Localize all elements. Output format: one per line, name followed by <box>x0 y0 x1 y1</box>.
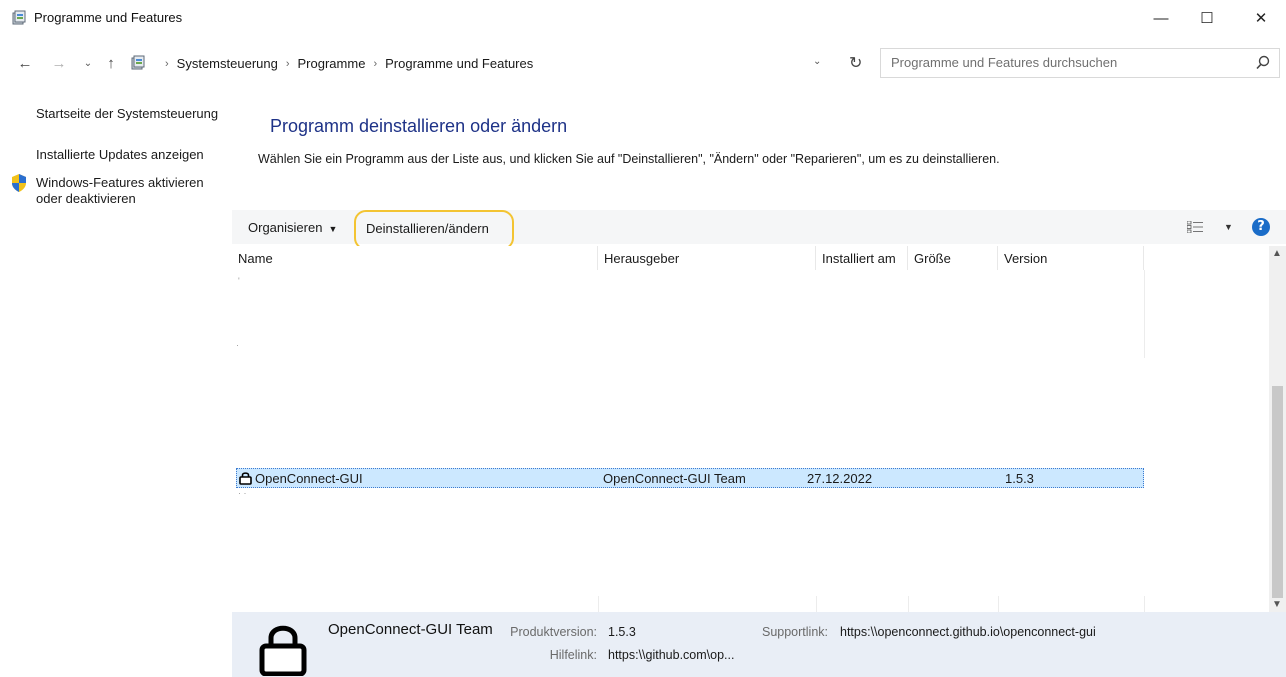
list-item-fragment: · · <box>238 488 247 498</box>
sidebar-item-windows-features[interactable]: Windows-Features aktivieren oder deaktiv… <box>36 175 216 207</box>
column-divider <box>816 596 817 612</box>
breadcrumb-programme-und-features[interactable]: Programme und Features <box>385 56 533 71</box>
page-title: Programm deinstallieren oder ändern <box>270 116 568 136</box>
column-header-version[interactable]: Version <box>998 246 1144 270</box>
table-row-selected[interactable]: OpenConnect-GUI OpenConnect-GUI Team 27.… <box>236 468 1144 488</box>
maximize-button[interactable]: ☐ <box>1184 0 1230 36</box>
column-divider <box>598 596 599 612</box>
recent-locations-chevron-icon[interactable]: ⌄ <box>80 52 96 74</box>
close-button[interactable]: ✕ <box>1238 0 1284 36</box>
page-instruction: Wählen Sie ein Programm aus der Liste au… <box>258 152 1000 166</box>
column-divider <box>908 596 909 612</box>
scroll-down-icon[interactable]: ▼ <box>1272 599 1282 610</box>
address-dropdown-chevron-icon[interactable]: ⌄ <box>813 56 821 67</box>
details-program-name: OpenConnect-GUI Team <box>328 621 493 638</box>
up-arrow-icon[interactable]: ↑ <box>100 52 122 74</box>
scroll-up-icon[interactable]: ▲ <box>1272 248 1282 259</box>
row-installed-date: 27.12.2022 <box>807 471 873 486</box>
uac-shield-icon <box>12 174 26 192</box>
row-version: 1.5.3 <box>1005 471 1034 486</box>
column-header-publisher[interactable]: Herausgeber <box>598 246 816 270</box>
breadcrumb: › Systemsteuerung › Programme › Programm… <box>157 56 533 71</box>
column-header-name[interactable]: Name <box>232 246 598 270</box>
details-pane: OpenConnect-GUI Team Produktversion: 1.5… <box>232 612 1286 677</box>
column-header-installed-on[interactable]: Installiert am <box>816 246 908 270</box>
sidebar-item-control-panel-home[interactable]: Startseite der Systemsteuerung <box>36 106 218 122</box>
search-box[interactable] <box>880 48 1280 78</box>
help-icon[interactable]: ? <box>1252 218 1270 236</box>
navigation-bar: ← → ⌄ ↑ › Systemsteuerung › Programme › … <box>0 44 1286 82</box>
details-help-link-label: Hilfelink: <box>549 648 597 662</box>
list-item-fragment: ' <box>238 276 240 286</box>
breadcrumb-systemsteuerung[interactable]: Systemsteuerung <box>177 56 278 71</box>
search-input[interactable] <box>891 55 1231 70</box>
chevron-down-icon: ▼ <box>328 224 338 234</box>
refresh-icon[interactable]: ↻ <box>849 53 862 73</box>
organize-button[interactable]: Organisieren ▼ <box>248 220 337 235</box>
program-list[interactable]: Name Herausgeber Installiert am Größe Ve… <box>232 246 1269 612</box>
address-bar[interactable]: › Systemsteuerung › Programme › Programm… <box>124 48 874 78</box>
window-title: Programme und Features <box>34 10 183 25</box>
scrollbar-thumb[interactable] <box>1272 386 1283 598</box>
lock-icon <box>239 472 252 485</box>
breadcrumb-separator-icon[interactable]: › <box>373 58 377 70</box>
breadcrumb-programme[interactable]: Programme <box>298 56 366 71</box>
column-header-size[interactable]: Größe <box>908 246 998 270</box>
details-support-link-label: Supportlink: <box>761 625 828 639</box>
change-view-icon[interactable] <box>1187 221 1203 233</box>
lock-icon <box>259 625 307 676</box>
control-panel-icon <box>12 10 26 25</box>
command-bar: Organisieren ▼ Deinstallieren/ändern ▼ ? <box>232 210 1286 250</box>
uninstall-change-button[interactable]: Deinstallieren/ändern <box>354 210 514 250</box>
column-divider <box>1144 270 1145 358</box>
search-icon[interactable] <box>1255 55 1271 71</box>
view-options-chevron-icon[interactable]: ▼ <box>1224 222 1233 232</box>
details-help-link[interactable]: https:\\github.com\op... <box>608 648 734 662</box>
left-task-pane: Startseite der Systemsteuerung Installie… <box>0 100 232 677</box>
sidebar-item-installed-updates[interactable]: Installierte Updates anzeigen <box>36 147 204 163</box>
details-product-version: 1.5.3 <box>608 625 636 639</box>
row-publisher: OpenConnect-GUI Team <box>603 471 746 486</box>
list-item-fragment: · <box>236 340 239 350</box>
details-product-version-label: Produktversion: <box>510 625 597 639</box>
breadcrumb-separator-icon[interactable]: › <box>165 58 169 70</box>
vertical-scrollbar[interactable]: ▲ ▼ <box>1269 246 1286 612</box>
column-divider <box>998 596 999 612</box>
column-divider <box>1144 596 1145 612</box>
organize-label: Organisieren <box>248 220 323 235</box>
minimize-button[interactable]: — <box>1138 0 1184 36</box>
row-name: OpenConnect-GUI <box>255 471 363 486</box>
control-panel-icon <box>131 55 145 70</box>
back-arrow-icon[interactable]: ← <box>14 52 36 74</box>
breadcrumb-separator-icon[interactable]: › <box>286 58 290 70</box>
uninstall-change-label: Deinstallieren/ändern <box>366 221 489 236</box>
title-bar: Programme und Features — ☐ ✕ <box>0 0 1286 36</box>
forward-arrow-icon[interactable]: → <box>48 52 70 74</box>
details-support-link[interactable]: https:\\openconnect.github.io\openconnec… <box>840 625 1096 639</box>
